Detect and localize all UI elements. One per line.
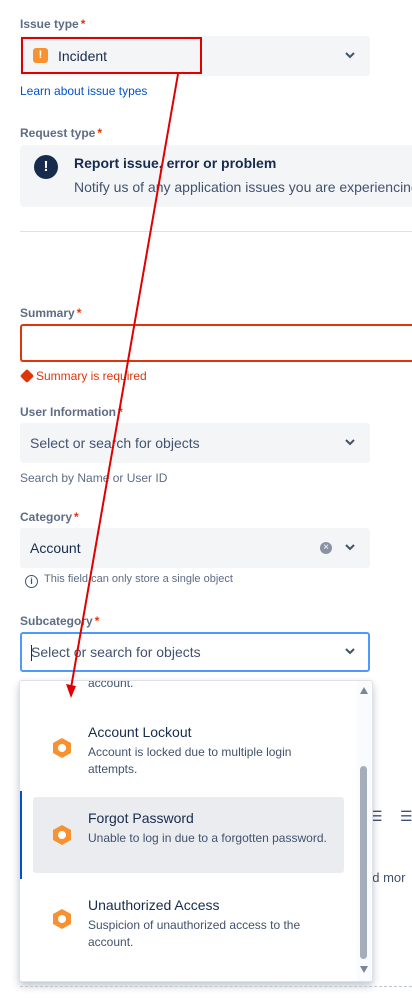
option-description: Unable to log in due to a forgotten pass… (88, 831, 327, 845)
option-description: Account is locked due to multiple login … (88, 745, 292, 776)
info-icon: i (25, 575, 38, 588)
required-marker: * (74, 510, 79, 524)
option-description: Suspicion of unauthorized access to the … (88, 918, 301, 949)
user-information-helper: Search by Name or User ID (20, 471, 168, 485)
user-information-label: User Information * (20, 405, 123, 419)
required-marker: * (97, 126, 103, 140)
user-information-select[interactable]: Select or search for objects (20, 423, 370, 463)
required-marker: * (80, 17, 86, 31)
scroll-down-icon[interactable] (360, 966, 368, 973)
divider (20, 231, 412, 232)
clear-icon[interactable]: × (320, 542, 332, 554)
subcategory-select[interactable]: Select or search for objects (20, 632, 370, 672)
option-title: Account Lockout (88, 724, 192, 740)
required-marker: * (76, 306, 82, 320)
scroll-up-icon[interactable] (360, 687, 368, 694)
request-type-title: Report issue, error or problem (74, 155, 277, 171)
request-type-label-text: Request type (20, 126, 96, 140)
category-helper-text: This field can only store a single objec… (44, 573, 233, 585)
request-type-description: Notify us of any application issues you … (74, 179, 412, 195)
option-title: Unauthorized Access (88, 897, 220, 913)
request-type-card[interactable]: ! Report issue, error or problem Notify … (20, 145, 412, 207)
attachment-dropzone[interactable] (20, 986, 412, 1007)
chevron-down-icon[interactable] (344, 541, 356, 553)
request-type-label: Request type * (20, 126, 102, 140)
category-label: Category * (20, 510, 79, 524)
chevron-down-icon[interactable] (344, 645, 356, 657)
error-icon (19, 368, 35, 384)
dropdown-option-forgot-password[interactable]: Forgot Password Unable to log in due to … (20, 791, 360, 879)
subcategory-label: Subcategory * (20, 614, 99, 628)
option-title: Forgot Password (88, 810, 194, 826)
category-label-text: Category (20, 510, 73, 524)
issue-type-label-text: Issue type (20, 17, 79, 31)
alert-icon: ! (34, 155, 58, 179)
user-information-placeholder: Select or search for objects (30, 435, 200, 451)
category-helper: i This field can only store a single obje… (25, 573, 233, 588)
user-information-label-text: User Information (20, 405, 117, 419)
summary-input[interactable] (20, 324, 412, 362)
issue-type-label: Issue type * (20, 17, 85, 31)
chevron-down-icon[interactable] (344, 436, 356, 448)
subcategory-label-text: Subcategory (20, 614, 93, 628)
dropdown-option-unauthorized-access[interactable]: Unauthorized Access Suspicion of unautho… (20, 879, 358, 965)
subcategory-dropdown[interactable]: account. Account Lockout Account is lock… (19, 680, 373, 982)
numbered-list-icon: ☰ (400, 808, 412, 824)
dropdown-partial-text: account. (88, 680, 134, 690)
object-icon (53, 909, 71, 929)
summary-error-text: Summary is required (36, 369, 147, 383)
required-marker: * (94, 614, 100, 628)
annotation-highlight-box (21, 37, 202, 74)
category-select[interactable]: Account × (20, 528, 370, 568)
learn-issue-types-link[interactable]: Learn about issue types (20, 84, 147, 98)
summary-label: Summary * (20, 306, 81, 320)
subcategory-placeholder: Select or search for objects (31, 644, 201, 660)
dropdown-option-account-lockout[interactable]: Account Lockout Account is locked due to… (20, 709, 358, 791)
scrollbar[interactable] (357, 681, 371, 981)
category-value: Account (30, 540, 81, 556)
object-icon (53, 825, 71, 845)
summary-error: Summary is required (19, 368, 147, 384)
scrollbar-thumb[interactable] (360, 766, 367, 959)
chevron-down-icon[interactable] (344, 49, 356, 61)
object-icon (53, 738, 71, 758)
required-marker: * (118, 405, 123, 419)
summary-label-text: Summary (20, 306, 75, 320)
